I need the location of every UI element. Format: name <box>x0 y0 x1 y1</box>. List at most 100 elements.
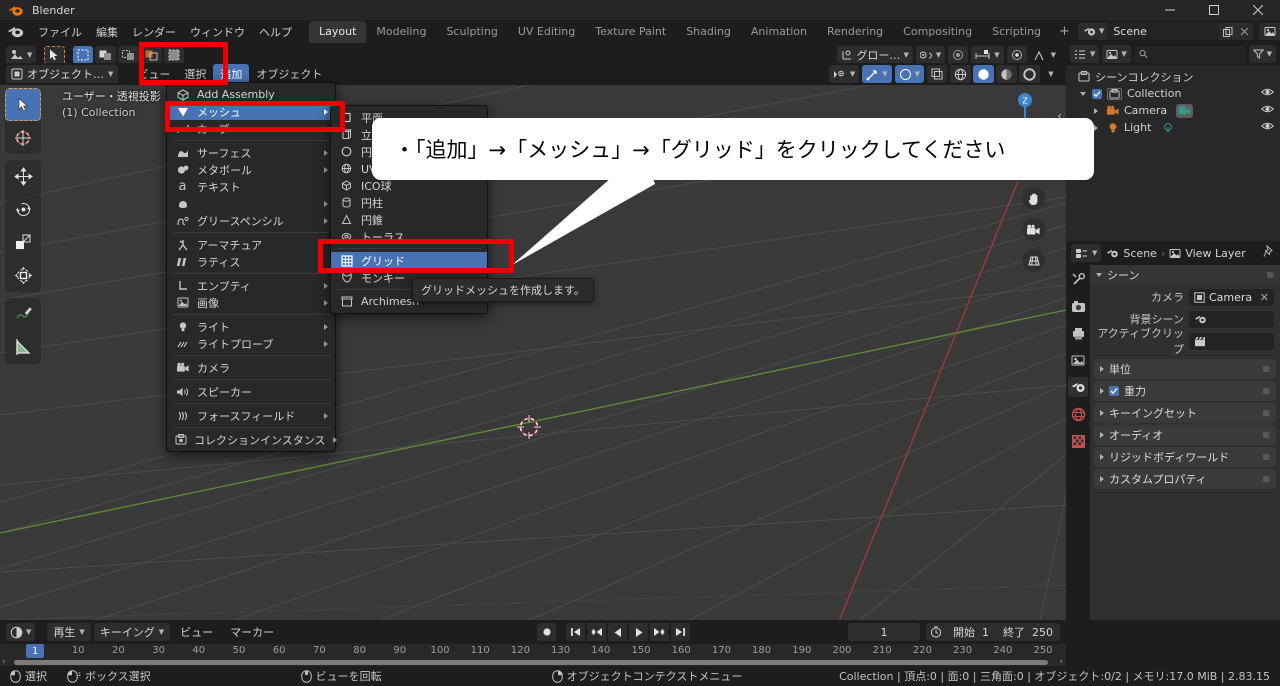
menu-edit[interactable]: 編集 <box>89 21 125 43</box>
property-field-active-clip[interactable] <box>1189 332 1274 350</box>
add-menu-item-empty[interactable]: エンプティ <box>167 277 335 294</box>
frame-range-clock-icon[interactable] <box>926 623 946 641</box>
scene-browse-icon[interactable]: ▼ <box>1077 23 1108 40</box>
outliner-search-input[interactable] <box>1133 45 1246 63</box>
outliner-row-camera[interactable]: Camera <box>1066 102 1280 119</box>
transform-orientation-button[interactable]: グロー… ▼ <box>837 46 913 64</box>
add-menu-item-camera[interactable]: カメラ <box>167 359 335 376</box>
scene-name-field[interactable]: Scene <box>1107 23 1220 40</box>
properties-tab-scene[interactable] <box>1068 377 1088 397</box>
shading-wireframe-button[interactable] <box>950 65 971 83</box>
toggle-perspective-icon[interactable] <box>1022 249 1045 272</box>
tab-compositing[interactable]: Compositing <box>893 21 982 43</box>
shading-rendered-button[interactable] <box>1019 65 1040 83</box>
menu-window[interactable]: ウィンドウ <box>183 21 252 43</box>
add-menu-item-force-field[interactable]: フォースフィールド <box>167 407 335 424</box>
camera-data-icon[interactable] <box>1176 103 1194 118</box>
select-box-button[interactable] <box>73 46 94 64</box>
auto-keying-button[interactable] <box>537 623 556 641</box>
timeline-ruler[interactable]: 1 10 20 30 40 50 60 70 80 90 100 110 120 130 140 150 160… <box>0 644 1066 659</box>
select-difference-button[interactable] <box>164 46 185 64</box>
add-menu-item-light[interactable]: ライト <box>167 318 335 335</box>
timeline-editor-type-button[interactable]: ▼ <box>6 623 36 641</box>
timeline-scrollbar-thumb[interactable] <box>14 660 1048 665</box>
collection-checkbox[interactable] <box>1092 88 1102 99</box>
panel-custom-properties-header[interactable]: カスタムプロパティ ▦ <box>1094 469 1276 489</box>
maximize-button[interactable] <box>1192 0 1236 20</box>
frame-end-group[interactable]: 終了 250 <box>996 623 1060 641</box>
visibility-eye-icon[interactable] <box>1261 104 1274 117</box>
tab-modeling[interactable]: Modeling <box>366 21 436 43</box>
minimize-button[interactable] <box>1148 0 1192 20</box>
delete-scene-button[interactable] <box>1236 23 1254 40</box>
menu-help[interactable]: ヘルプ <box>252 21 299 43</box>
timeline-menu-playback[interactable]: 再生 ▼ <box>47 623 91 641</box>
overlays-toggle-button[interactable]: ▼ <box>894 65 924 83</box>
timeline-playhead[interactable]: 1 <box>26 644 45 658</box>
expand-triangle-icon[interactable] <box>1094 124 1098 131</box>
outliner-filter-button[interactable]: ▼ <box>1248 45 1276 63</box>
blender-menu-icon[interactable] <box>7 24 25 40</box>
menu-file[interactable]: ファイル <box>31 21 89 43</box>
shading-options-button[interactable]: ▼ <box>1042 65 1060 83</box>
panel-expand-icon[interactable] <box>1100 432 1104 438</box>
rotate-tool[interactable] <box>5 193 41 226</box>
new-scene-button[interactable] <box>1219 23 1237 40</box>
add-menu-item-text[interactable]: a テキスト <box>167 178 335 195</box>
add-menu-item-light-probe[interactable]: ライトプローブ <box>167 335 335 352</box>
panel-expand-icon[interactable] <box>1100 366 1104 372</box>
viewport-menu-object[interactable]: オブジェクト <box>249 64 329 84</box>
panel-expand-icon[interactable] <box>1100 388 1104 394</box>
timeline-menu-marker[interactable]: マーカー <box>223 622 281 642</box>
light-data-icon[interactable] <box>1160 122 1175 134</box>
add-menu-item-metaball[interactable]: メタボール <box>167 161 335 178</box>
panel-keying-sets-header[interactable]: キーイングセット ▦ <box>1094 403 1276 423</box>
expand-triangle-icon[interactable] <box>1080 91 1086 96</box>
timeline-menu-keying[interactable]: キーイング ▼ <box>93 623 171 641</box>
tweak-tool-button[interactable] <box>44 46 66 64</box>
tab-scripting[interactable]: Scripting <box>982 21 1051 43</box>
view-layer-browse-icon[interactable]: ▼ <box>1259 23 1280 40</box>
camera-view-icon[interactable] <box>1022 218 1045 241</box>
properties-tab-view-layer[interactable] <box>1068 350 1088 370</box>
mesh-menu-item-torus[interactable]: トーラス <box>331 228 487 245</box>
proportional-edit-button[interactable] <box>948 46 969 64</box>
gravity-checkbox[interactable] <box>1109 386 1119 396</box>
select-extend-button[interactable] <box>95 46 117 64</box>
tweak-tool[interactable] <box>5 88 41 121</box>
shading-solid-button[interactable] <box>973 65 994 83</box>
tab-rendering[interactable]: Rendering <box>817 21 893 43</box>
xray-toggle-button[interactable] <box>927 65 947 83</box>
outliner-row-scene-collection[interactable]: シーンコレクション <box>1066 68 1280 85</box>
add-menu-item-curve[interactable]: カーブ <box>167 120 335 137</box>
panel-expand-icon[interactable] <box>1100 454 1104 460</box>
add-menu-item-speaker[interactable]: スピーカー <box>167 383 335 400</box>
property-field-camera[interactable]: Camera ✕ <box>1189 288 1274 306</box>
gizmo-toggle-button[interactable]: ▼ <box>862 65 892 83</box>
annotate-tool[interactable] <box>5 298 41 331</box>
add-menu-item-surface[interactable]: サーフェス <box>167 144 335 161</box>
visibility-eye-icon[interactable] <box>1261 121 1274 134</box>
jump-to-end-button[interactable] <box>671 623 690 641</box>
menu-render[interactable]: レンダー <box>125 21 183 43</box>
previous-keyframe-button[interactable] <box>587 623 606 641</box>
panel-rigid-body-world-header[interactable]: リジッドボディワールド ▦ <box>1094 447 1276 467</box>
viewport-menu-add[interactable]: 追加 <box>213 64 250 84</box>
panel-gravity-header[interactable]: 重力 ▦ <box>1094 381 1276 401</box>
panel-collapse-icon[interactable] <box>1096 273 1102 277</box>
panel-scene-header[interactable]: シーン ▦ <box>1090 265 1280 285</box>
panel-expand-icon[interactable] <box>1100 476 1104 482</box>
scale-tool[interactable] <box>5 226 41 259</box>
close-button[interactable] <box>1236 0 1280 20</box>
property-field-background-scene[interactable] <box>1189 310 1274 328</box>
add-menu-item-mesh[interactable]: メッシュ <box>167 103 335 120</box>
properties-tab-render[interactable] <box>1068 296 1088 316</box>
add-menu-item-add-assembly[interactable]: Add Assembly <box>167 86 335 103</box>
add-workspace-button[interactable]: + <box>1051 21 1078 42</box>
jump-to-start-button[interactable] <box>566 623 585 641</box>
select-intersect-button[interactable] <box>141 46 163 64</box>
select-subtract-button[interactable] <box>118 46 140 64</box>
add-menu-dropdown[interactable]: Add Assembly メッシュ カーブ サーフェス メタボール a テキスト… <box>166 82 337 452</box>
viewport-menu-view[interactable]: ビュー <box>130 64 177 84</box>
view-layer-selector[interactable]: ▼ View Layer <box>1259 23 1280 40</box>
